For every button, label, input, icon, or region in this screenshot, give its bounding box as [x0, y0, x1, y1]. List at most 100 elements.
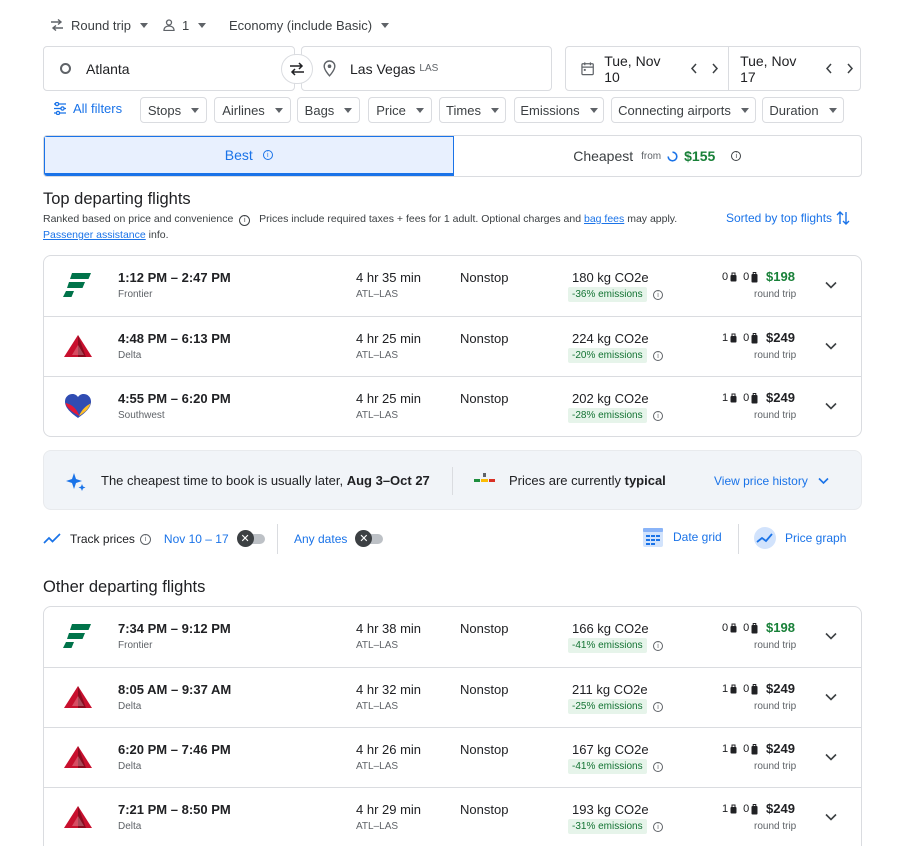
swap-origin-destination-button[interactable] [281, 54, 313, 84]
expand-flight-button[interactable] [822, 276, 840, 294]
info-icon[interactable]: i [731, 151, 742, 161]
flight-row[interactable]: 8:05 AM – 9:37 AM Delta 4 hr 32 min ATL–LAS… [44, 667, 861, 727]
carry-on-bag-icon [730, 684, 737, 694]
expand-flight-button[interactable] [822, 337, 840, 355]
flight-times: 1:12 PM – 2:47 PM [118, 270, 231, 285]
tab-best[interactable]: Best i [44, 136, 454, 176]
flight-route: ATL–LAS [356, 289, 399, 300]
info-icon[interactable]: i [653, 351, 663, 361]
date-grid-label: Date grid [673, 530, 722, 544]
emissions-badge: -20% emissions [568, 348, 647, 363]
origin-value: Atlanta [86, 60, 130, 77]
depart-next-date-button[interactable] [704, 58, 725, 80]
flight-times: 8:05 AM – 9:37 AM [118, 682, 232, 697]
filter-label: Duration [769, 102, 819, 118]
airline-logo [63, 391, 93, 421]
checked-count: 0 [743, 392, 750, 404]
filter-bags[interactable]: Bags [297, 97, 360, 123]
passenger-assistance-link[interactable]: Passenger assistance [43, 229, 146, 241]
expand-flight-button[interactable] [822, 397, 840, 415]
depart-prev-date-button[interactable] [684, 58, 705, 80]
price-graph-button[interactable]: Price graph [753, 526, 846, 550]
date-grid-button[interactable]: Date grid [642, 526, 722, 548]
date-range-field[interactable]: Tue, Nov 10 Tue, Nov 17 [565, 46, 861, 91]
swap-arrows-icon [51, 19, 63, 31]
flight-route: ATL–LAS [356, 640, 399, 651]
tab-best-label: Best [224, 147, 253, 163]
bag-fees-link[interactable]: bag fees [584, 213, 624, 225]
any-dates-toggle[interactable]: ✕ [355, 530, 384, 547]
flight-times: 4:55 PM – 6:20 PM [118, 391, 231, 406]
info-icon[interactable]: i [653, 702, 663, 712]
filter-airlines[interactable]: Airlines [214, 97, 291, 123]
info-icon[interactable]: i [139, 533, 151, 545]
origin-input[interactable]: Atlanta [43, 46, 295, 91]
bag-allowance: 10 [722, 332, 758, 344]
filter-duration[interactable]: Duration [762, 97, 844, 123]
flight-stops: Nonstop [460, 391, 509, 406]
chevron-down-icon [139, 22, 148, 28]
flight-row[interactable]: 4:48 PM – 6:13 PM Delta 4 hr 25 min ATL–LAS… [44, 316, 861, 376]
flight-times: 7:34 PM – 9:12 PM [118, 621, 231, 636]
return-next-date-button[interactable] [839, 58, 860, 80]
chevron-left-icon [825, 63, 832, 74]
flight-row[interactable]: 1:12 PM – 2:47 PM Frontier 4 hr 35 min ATL–… [44, 256, 861, 316]
filter-label: Emissions [520, 102, 580, 118]
flight-duration: 4 hr 38 min [356, 621, 422, 636]
passengers-select[interactable]: 1 [163, 14, 207, 36]
info-icon[interactable]: i [653, 762, 663, 772]
ranked-text: Ranked based on price and convenience [43, 213, 234, 225]
return-date[interactable]: Tue, Nov 17 [740, 53, 811, 85]
all-filters-button[interactable]: All filters [53, 101, 122, 116]
filter-times[interactable]: Times [439, 97, 506, 123]
filter-connecting-airports[interactable]: Connecting airports [611, 97, 756, 123]
price-type: round trip [754, 701, 797, 712]
frontier-logo-icon [63, 273, 91, 297]
return-prev-date-button[interactable] [819, 58, 840, 80]
tab-cheapest[interactable]: Cheapest from $155 i [454, 136, 862, 176]
depart-date[interactable]: Tue, Nov 10 [604, 53, 675, 85]
flight-row[interactable]: 4:55 PM – 6:20 PM Southwest 4 hr 25 min ATL… [44, 376, 861, 436]
expand-flight-button[interactable] [822, 627, 840, 645]
flight-row[interactable]: 6:20 PM – 7:46 PM Delta 4 hr 26 min ATL–LAS… [44, 727, 861, 787]
carrier-name: Delta [118, 701, 142, 712]
info-icon[interactable]: i [262, 150, 273, 160]
info-icon[interactable]: i [653, 822, 663, 832]
info-icon[interactable]: i [653, 641, 663, 651]
flight-route: ATL–LAS [356, 701, 399, 712]
expand-flight-button[interactable] [822, 688, 840, 706]
checked-bag-icon [751, 332, 758, 343]
price-graph-icon [754, 527, 776, 549]
destination-input[interactable]: Las Vegas LAS [301, 46, 552, 91]
view-price-history-button[interactable]: View price history [714, 474, 829, 488]
chevron-down-icon [274, 107, 283, 113]
all-filters-label: All filters [73, 101, 123, 116]
emissions-badge: -36% emissions [568, 287, 647, 302]
price-graph-label: Price graph [785, 531, 847, 545]
chevron-down-icon [198, 22, 207, 28]
expand-flight-button[interactable] [822, 748, 840, 766]
carrier-name: Southwest [118, 410, 165, 421]
trip-type-select[interactable]: Round trip [50, 14, 148, 36]
flight-row[interactable]: 7:21 PM – 8:50 PM Delta 4 hr 29 min ATL–LAS… [44, 787, 861, 846]
bag-allowance: 10 [722, 683, 758, 695]
filter-emissions[interactable]: Emissions [514, 97, 604, 123]
checked-count: 0 [743, 622, 750, 634]
expand-flight-button[interactable] [822, 808, 840, 826]
filter-stops[interactable]: Stops [140, 97, 207, 123]
co2-amount: 167 kg CO2e [572, 742, 649, 757]
flight-duration: 4 hr 25 min [356, 391, 422, 406]
chevron-down-icon [589, 107, 598, 113]
destination-value: Las Vegas [350, 60, 416, 77]
filter-price[interactable]: Price [368, 97, 432, 123]
destination-code: LAS [419, 63, 439, 74]
info-icon[interactable]: i [239, 215, 251, 226]
track-dates-toggle[interactable]: ✕ [236, 530, 265, 547]
carry-on-bag-icon [730, 623, 737, 633]
info-icon[interactable]: i [653, 290, 663, 300]
view-price-history-label: View price history [714, 474, 808, 488]
sort-button[interactable]: Sorted by top flights [726, 210, 850, 226]
cabin-select[interactable]: Economy (include Basic) [229, 14, 390, 36]
info-icon[interactable]: i [653, 411, 663, 421]
flight-row[interactable]: 7:34 PM – 9:12 PM Frontier 4 hr 38 min ATL–… [44, 607, 861, 667]
